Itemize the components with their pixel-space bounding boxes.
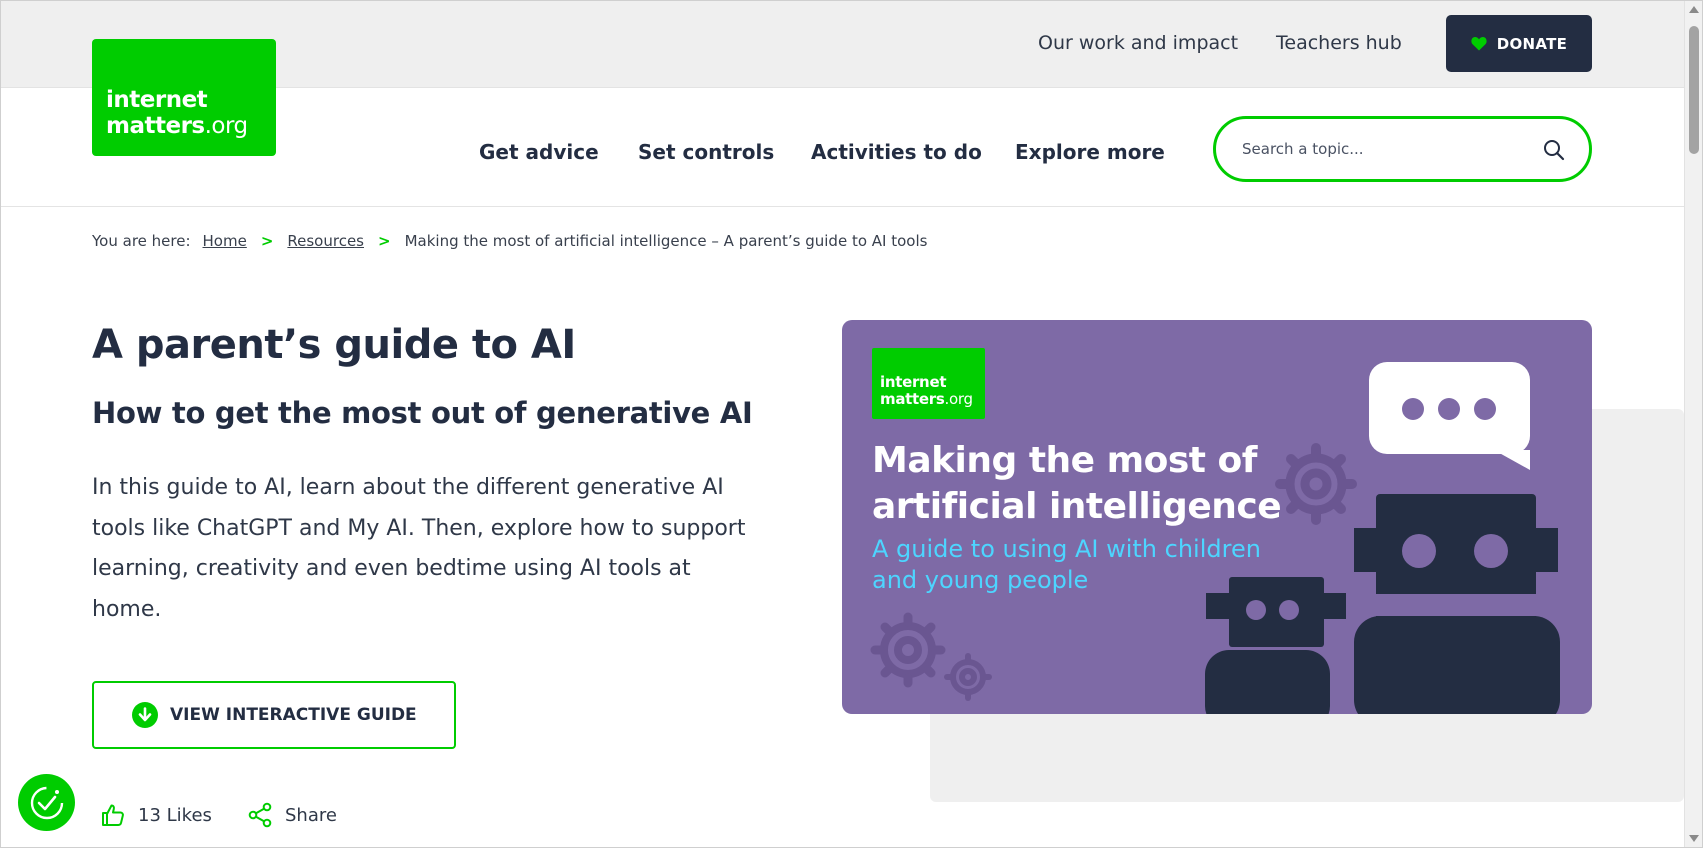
accessibility-widget-button[interactable] xyxy=(18,774,75,831)
donate-button[interactable]: DONATE xyxy=(1446,15,1592,72)
likes-button[interactable]: 13 Likes xyxy=(100,802,212,828)
scrollbar-thumb[interactable] xyxy=(1689,26,1699,154)
share-button[interactable]: Share xyxy=(247,802,337,828)
nav-set-controls[interactable]: Set controls xyxy=(638,140,774,164)
search-icon[interactable] xyxy=(1543,139,1565,161)
breadcrumb: You are here: Home > Resources > Making … xyxy=(92,232,927,250)
scroll-up-icon[interactable] xyxy=(1689,6,1699,13)
breadcrumb-current: Making the most of artificial intelligen… xyxy=(404,232,928,250)
accessibility-icon xyxy=(30,786,63,819)
hero-logo-line2: matters.org xyxy=(880,390,973,408)
gear-icon xyxy=(870,612,946,688)
hero-image: internet matters.org Making the most of … xyxy=(842,320,1592,714)
donate-label: DONATE xyxy=(1496,34,1568,53)
likes-count: 13 Likes xyxy=(138,804,212,826)
view-interactive-guide-button[interactable]: VIEW INTERACTIVE GUIDE xyxy=(92,681,456,749)
nav-get-advice[interactable]: Get advice xyxy=(479,140,599,164)
article-description: In this guide to AI, learn about the dif… xyxy=(92,475,746,622)
scroll-down-icon[interactable] xyxy=(1689,835,1699,842)
thumbs-up-icon xyxy=(102,804,124,826)
search-box xyxy=(1213,116,1592,182)
nav-explore-more[interactable]: Explore more xyxy=(1015,140,1165,164)
site-logo[interactable]: internet matters.org xyxy=(92,39,276,156)
search-input[interactable] xyxy=(1242,133,1532,165)
logo-line1: internet xyxy=(106,87,208,113)
breadcrumb-resources[interactable]: Resources xyxy=(287,232,364,250)
gear-icon xyxy=(944,653,992,701)
hero-logo-line1: internet xyxy=(880,373,947,391)
nav-activities-to-do[interactable]: Activities to do xyxy=(811,140,982,164)
top-link-teachers-hub[interactable]: Teachers hub xyxy=(1276,32,1402,54)
download-arrow-icon xyxy=(132,702,158,728)
share-icon xyxy=(248,802,272,828)
chevron-right-icon: > xyxy=(260,232,274,250)
guide-button-label: VIEW INTERACTIVE GUIDE xyxy=(170,705,417,725)
hero-logo: internet matters.org xyxy=(872,348,985,419)
share-label: Share xyxy=(285,804,337,826)
page-scrollbar[interactable] xyxy=(1684,0,1703,848)
page-subtitle: How to get the most out of generative AI xyxy=(92,396,753,430)
chevron-right-icon: > xyxy=(378,232,391,250)
speech-bubble-icon xyxy=(1369,362,1530,470)
heart-icon xyxy=(1471,37,1487,51)
page-title: A parent’s guide to AI xyxy=(92,322,576,368)
logo-line2: matters.org xyxy=(106,113,248,139)
robot-large-icon xyxy=(1354,494,1560,714)
robot-small-icon xyxy=(1205,577,1346,714)
top-link-our-work[interactable]: Our work and impact xyxy=(1038,32,1238,54)
breadcrumb-lead: You are here: xyxy=(92,232,191,250)
hero-subtitle: A guide to using AI with children and yo… xyxy=(872,535,1261,594)
breadcrumb-home[interactable]: Home xyxy=(203,232,247,250)
hero-title: Making the most of artificial intelligen… xyxy=(872,440,1282,527)
